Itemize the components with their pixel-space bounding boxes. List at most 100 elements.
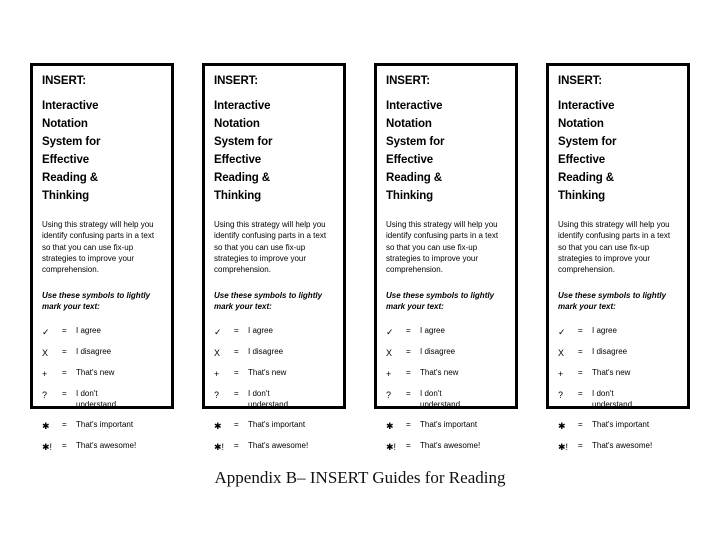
card-title-line-1: Interactive [42,99,99,112]
equals-sign: = [234,346,239,356]
card-title-line-4: Effective [42,153,90,166]
symbol-row: ✱ = That's important [214,420,334,432]
asterisk-symbol: ✱ [214,420,222,431]
symbol-label: I disagree [248,346,284,356]
slide-caption: Appendix B– INSERT Guides for Reading [214,468,506,487]
question-symbol: ? [558,389,564,400]
question-symbol: ? [214,389,220,400]
symbol-label: That's awesome! [420,440,481,450]
symbol-label: I don't understand [592,388,633,409]
equals-sign: = [578,346,583,356]
check-symbol: ✓ [386,326,394,337]
card-body-text: Using this strategy will help you identi… [558,220,671,275]
insert-guide-card-4[interactable]: INSERT: Interactive Notation System for … [546,63,690,452]
equals-sign: = [406,346,411,356]
equals-sign: = [578,367,583,377]
equals-sign: = [578,388,583,398]
equals-sign: = [234,325,239,335]
symbol-label: I agree [76,325,101,335]
equals-sign: = [234,440,239,450]
equals-sign: = [406,367,411,377]
symbol-label: I don't understand [76,388,117,409]
card-title-line-1: Interactive [214,99,271,112]
card-title: INSERT: Interactive Notation System for … [214,75,334,202]
question-symbol: ? [42,389,48,400]
symbol-row: ✓ = I agree [386,326,506,338]
equals-sign: = [406,419,411,429]
card-title-line-5: Reading & [386,171,442,184]
equals-sign: = [62,440,67,450]
symbol-row: + = That's new [214,368,334,380]
card-title-line-2: Notation [558,117,604,130]
card-title-line-3: System for [214,135,273,148]
symbol-row: + = That's new [558,368,678,380]
symbol-legend-list: ✓ = I agree X = I disagree + = That's ne… [386,326,506,453]
symbol-label: That's awesome! [248,440,309,450]
symbol-row: X = I disagree [214,347,334,359]
symbol-label: That's important [592,419,650,429]
check-symbol: ✓ [558,326,566,337]
symbol-label: I don't understand [420,388,461,409]
card-title-line-4: Effective [386,153,434,166]
insert-guide-card-3[interactable]: INSERT: Interactive Notation System for … [374,63,518,452]
symbol-label: I agree [248,325,273,335]
equals-sign: = [234,388,239,398]
equals-sign: = [234,367,239,377]
insert-guide-card-1[interactable]: INSERT: Interactive Notation System for … [30,63,174,452]
card-title-line-3: System for [558,135,617,148]
card-title-line-1: Interactive [558,99,615,112]
card-body-text: Using this strategy will help you identi… [42,220,155,275]
equals-sign: = [62,325,67,335]
symbol-label: That's awesome! [76,440,137,450]
card-title: INSERT: Interactive Notation System for … [386,75,506,202]
card-title-line-4: Effective [558,153,606,166]
asterisk-exclamation-symbol: ✱! [558,441,569,452]
symbol-legend-list: ✓ = I agree X = I disagree + = That's ne… [214,326,334,453]
card-title-line-6: Thinking [214,189,262,202]
symbol-row: ✱ = That's important [42,420,162,432]
card-title: INSERT: Interactive Notation System for … [558,75,678,202]
asterisk-symbol: ✱ [42,420,50,431]
symbol-row: + = That's new [42,368,162,380]
asterisk-symbol: ✱ [558,420,566,431]
card-title-line-2: Notation [214,117,260,130]
symbol-row: ? = I don't understand [558,389,678,411]
card-title-acronym: INSERT: [386,75,431,87]
symbol-label: I disagree [592,346,628,356]
asterisk-exclamation-symbol: ✱! [386,441,397,452]
card-title-line-6: Thinking [42,189,90,202]
symbol-label: I don't understand [248,388,289,409]
equals-sign: = [406,325,411,335]
symbol-row: ✱ = That's important [558,420,678,432]
plus-symbol: + [214,368,220,379]
symbol-row: ✓ = I agree [558,326,678,338]
symbol-label: That's important [76,419,134,429]
check-symbol: ✓ [42,326,50,337]
insert-guide-card-2[interactable]: INSERT: Interactive Notation System for … [202,63,346,452]
plus-symbol: + [386,368,392,379]
symbol-label: I agree [420,325,445,335]
card-instruction-text: Use these symbols to lightly mark your t… [42,290,151,312]
symbol-row: ✓ = I agree [42,326,162,338]
symbol-legend-list: ✓ = I agree X = I disagree + = That's ne… [42,326,162,453]
card-body-text: Using this strategy will help you identi… [214,220,327,275]
asterisk-symbol: ✱ [386,420,394,431]
equals-sign: = [406,440,411,450]
symbol-row: ? = I don't understand [42,389,162,411]
symbol-row: ✓ = I agree [214,326,334,338]
equals-sign: = [62,367,67,377]
slide-canvas: INSERT: Interactive Notation System for … [0,0,720,540]
symbol-row: ✱! = That's awesome! [214,441,334,453]
equals-sign: = [578,325,583,335]
card-title-line-2: Notation [42,117,88,130]
symbol-label: That's new [248,367,287,377]
card-instruction-text: Use these symbols to lightly mark your t… [558,290,667,312]
card-title-line-6: Thinking [386,189,434,202]
x-symbol: X [386,347,393,358]
symbol-label: I agree [592,325,617,335]
card-title-line-3: System for [42,135,101,148]
x-symbol: X [558,347,565,358]
symbol-row: ? = I don't understand [386,389,506,411]
asterisk-exclamation-symbol: ✱! [42,441,53,452]
symbol-label: That's important [248,419,306,429]
